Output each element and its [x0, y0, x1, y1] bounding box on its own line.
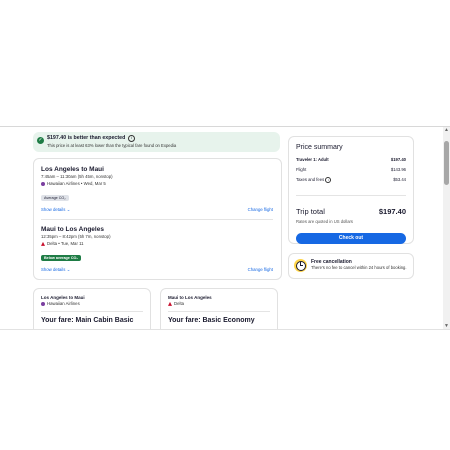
delta-logo-icon [41, 241, 45, 246]
fare-airline-text: Hawaiian Airlines [47, 301, 80, 306]
fare-airline-text: Delta [174, 301, 185, 306]
leg-route: Maui to Los Angeles [41, 226, 104, 233]
vertical-scrollbar[interactable]: ▲ ▼ [443, 127, 450, 329]
divider [168, 311, 270, 312]
price-insight-banner: ✓ $197.40 is better than expected i This… [33, 132, 280, 152]
info-icon[interactable]: i [128, 135, 135, 142]
banner-title: $197.40 is better than expected [47, 135, 126, 141]
flight-label: Flight [296, 167, 307, 172]
leg-actions: Show details ⌄ Change flight [41, 267, 273, 274]
leg-time: 12:35pm – 8:42pm (5h 7m, nonstop) [41, 234, 111, 239]
hawaiian-airlines-logo-icon [41, 301, 45, 306]
taxes-value: $53.44 [393, 177, 406, 182]
fare-airline: Hawaiian Airlines [41, 301, 80, 306]
cancellation-text: There's no fee to cancel within 24 hours… [311, 265, 407, 270]
leg-airline: Delta • Tue, Mar 11 [41, 241, 273, 246]
traveler-value: $197.40 [390, 157, 406, 162]
check-icon: ✓ [37, 137, 44, 144]
currency-note: Rates are quoted in US dollars [296, 219, 354, 224]
change-flight-link[interactable]: Change flight [248, 207, 273, 212]
scroll-down-icon[interactable]: ▼ [443, 323, 450, 329]
chevron-down-icon: ⌄ [66, 267, 71, 272]
hawaiian-airlines-logo-icon [41, 181, 45, 186]
leg-time: 7:45am – 11:30am (5h 45m, nonstop) [41, 174, 113, 179]
flight-legs-card: Los Angeles to Maui 7:45am – 11:30am (5h… [33, 158, 282, 280]
show-details-link[interactable]: Show details ⌄ [41, 267, 70, 273]
clock-icon [294, 259, 307, 272]
trip-total-label: Trip total [296, 207, 325, 216]
fare-route: Maui to Los Angeles [168, 295, 212, 300]
leg-actions: Show details ⌄ Change flight [41, 207, 273, 214]
leg-airline-text: Delta • Tue, Mar 11 [47, 241, 84, 246]
fare-airline: Delta [168, 301, 184, 306]
leg-route: Los Angeles to Maui [41, 166, 104, 173]
free-cancellation-card: Free cancellation There's no fee to canc… [288, 253, 414, 279]
fare-name: Your fare: Basic Economy [168, 317, 255, 324]
fare-card-outbound: Los Angeles to Maui Hawaiian Airlines Yo… [33, 288, 151, 329]
leg-outbound: Los Angeles to Maui 7:45am – 11:30am (5h… [41, 166, 273, 214]
change-flight-link[interactable]: Change flight [248, 267, 273, 272]
trip-total-value: $197.40 [378, 207, 406, 216]
scroll-up-icon[interactable]: ▲ [443, 127, 450, 133]
scrollbar-thumb[interactable] [444, 141, 449, 185]
flight-value: $143.96 [390, 167, 406, 172]
divider [41, 219, 273, 220]
fare-card-return: Maui to Los Angeles Delta Your fare: Bas… [160, 288, 278, 329]
traveler-label: Traveler 1: Adult [296, 157, 329, 162]
show-details-link[interactable]: Show details ⌄ [41, 207, 70, 213]
price-summary-card: Price summary Traveler 1: Adult $197.40 … [288, 136, 414, 244]
leg-return: Maui to Los Angeles 12:35pm – 8:42pm (5h… [41, 226, 273, 274]
info-icon[interactable]: i [325, 177, 332, 183]
page-viewport: ✓ $197.40 is better than expected i This… [0, 126, 450, 330]
taxes-label: Taxes and fees i [296, 177, 332, 183]
co2-badge: Below average CO₂ [41, 255, 82, 261]
price-summary-heading: Price summary [296, 144, 343, 151]
leg-airline-text: Hawaiian Airlines • Wed, Mar 5 [47, 181, 106, 186]
fare-name: Your fare: Main Cabin Basic [41, 317, 134, 324]
leg-airline: Hawaiian Airlines • Wed, Mar 5 [41, 181, 273, 186]
co2-badge: Average CO₂ [41, 195, 69, 201]
divider [41, 311, 143, 312]
banner-subtitle: This price is at least 63% lower than th… [47, 143, 177, 148]
check-out-button[interactable]: Check out [296, 233, 406, 244]
divider [296, 195, 406, 196]
chevron-down-icon: ⌄ [66, 207, 71, 212]
fare-route: Los Angeles to Maui [41, 295, 85, 300]
delta-logo-icon [168, 301, 172, 306]
